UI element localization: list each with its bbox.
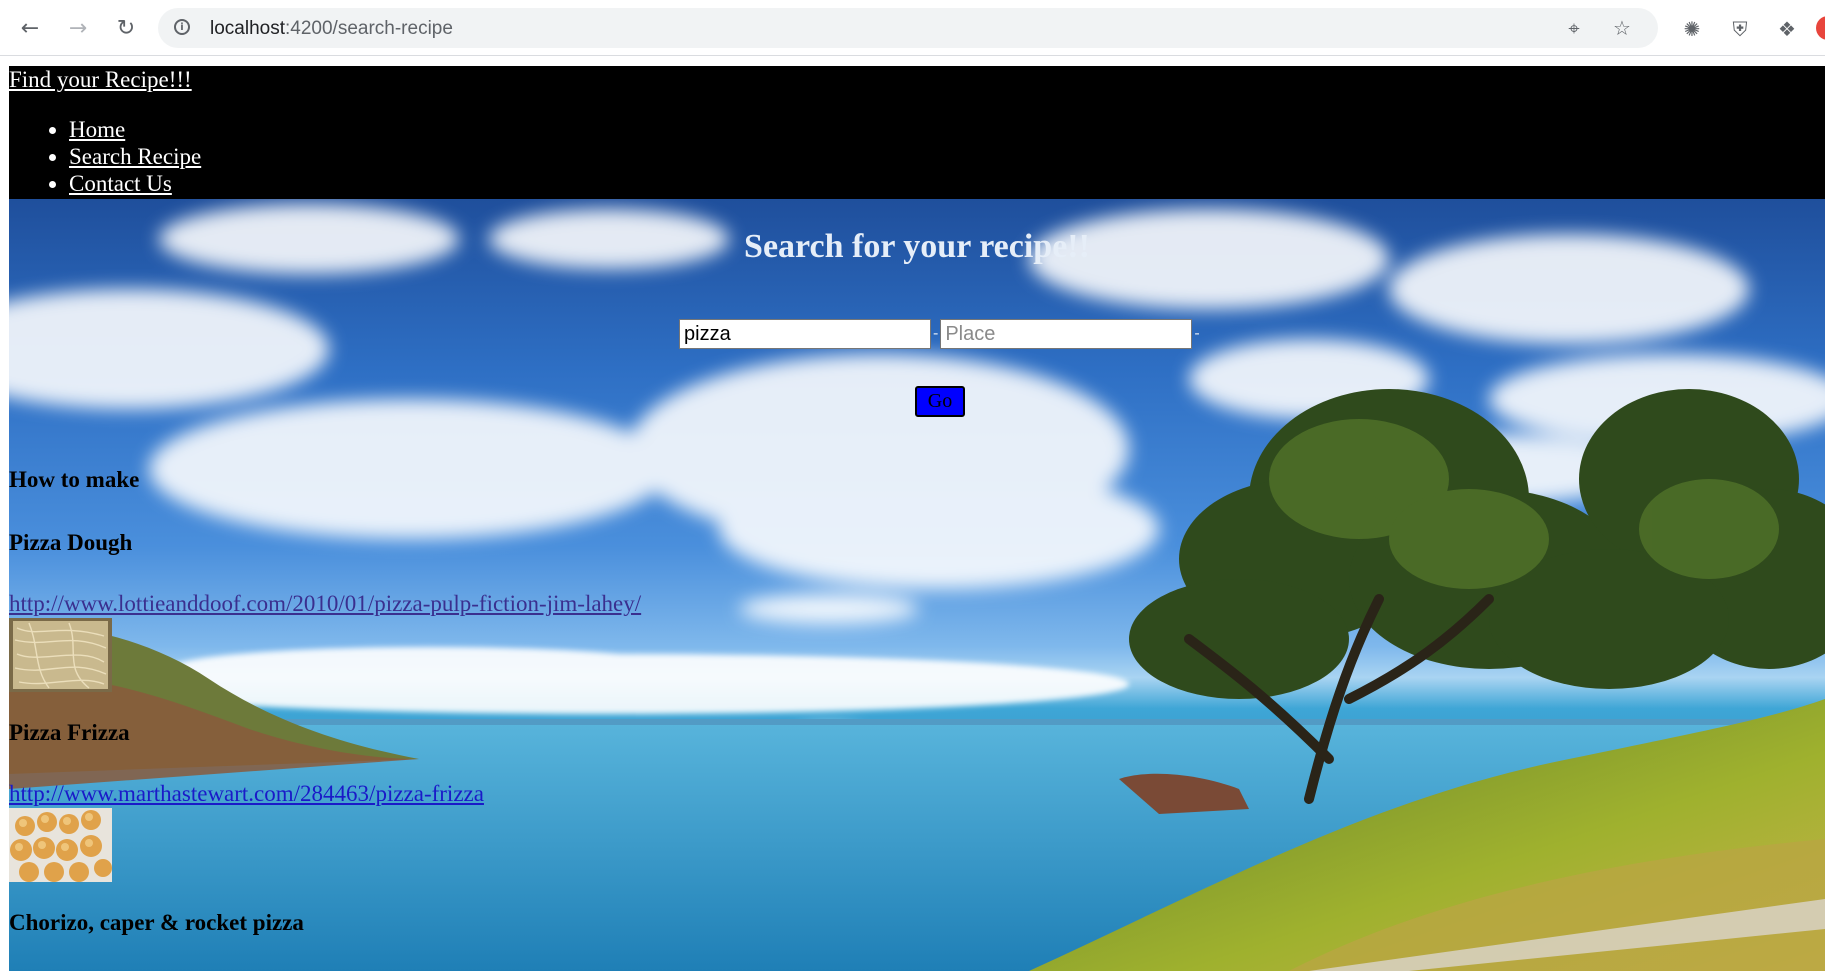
location-target-icon[interactable]: ⌖ xyxy=(1562,16,1586,40)
result-thumbnail-image[interactable] xyxy=(9,618,112,692)
puzzle-extensions-icon[interactable]: ❖ xyxy=(1774,16,1800,42)
result-title: Chorizo, caper & rocket pizza xyxy=(9,910,304,935)
nav-item-search-recipe: Search Recipe xyxy=(69,143,201,170)
results-list: How to make Pizza Dough http://www.lotti… xyxy=(9,467,909,936)
nav-link-contact-us[interactable]: Contact Us xyxy=(69,171,172,196)
browser-toolbar: ← → ↻ i localhost:4200/search-recipe ⌖ ☆… xyxy=(0,0,1825,66)
nav-item-contact-us: Contact Us xyxy=(69,170,201,197)
separator: - xyxy=(933,325,939,342)
profile-avatar[interactable] xyxy=(1816,16,1825,40)
nav-item-home: Home xyxy=(69,116,201,143)
forward-arrow-icon[interactable]: → xyxy=(60,10,96,46)
reload-icon[interactable]: ↻ xyxy=(108,10,144,46)
address-bar[interactable]: i localhost:4200/search-recipe ⌖ ☆ xyxy=(158,8,1658,48)
place-input[interactable] xyxy=(940,319,1193,349)
bookmark-star-icon[interactable]: ☆ xyxy=(1610,16,1634,40)
site-header: Find your Recipe!!! Home Search Recipe C… xyxy=(9,66,1825,199)
nav-link-home[interactable]: Home xyxy=(69,117,125,142)
go-button[interactable]: Go xyxy=(915,386,965,417)
nav-link-search-recipe[interactable]: Search Recipe xyxy=(69,144,201,169)
toolbar-divider xyxy=(0,55,1825,56)
back-arrow-icon[interactable]: ← xyxy=(12,10,48,46)
recipe-search-input[interactable] xyxy=(679,319,931,349)
page-title: Search for your recipe!! xyxy=(744,228,1090,265)
extension-icon[interactable]: ✺ xyxy=(1679,16,1705,42)
result-link[interactable]: http://www.marthastewart.com/284463/pizz… xyxy=(9,781,909,807)
url-text[interactable]: localhost:4200/search-recipe xyxy=(210,18,453,40)
result-title: Pizza Dough xyxy=(9,530,133,555)
search-form: - - xyxy=(679,318,1202,350)
result-link[interactable]: http://www.lottieanddoof.com/2010/01/piz… xyxy=(9,591,909,617)
main-nav: Home Search Recipe Contact Us xyxy=(9,116,201,197)
shield-icon[interactable]: ⛨ xyxy=(1727,16,1753,42)
hero-background: Search for your recipe!! - - Go How to m… xyxy=(9,199,1825,971)
site-info-icon[interactable]: i xyxy=(174,19,190,35)
results-intro: How to make xyxy=(9,467,140,492)
page-viewport: Find your Recipe!!! Home Search Recipe C… xyxy=(9,66,1825,971)
result-title: Pizza Frizza xyxy=(9,720,130,745)
brand-link[interactable]: Find your Recipe!!! xyxy=(9,67,192,93)
result-thumbnail-image[interactable] xyxy=(9,808,112,882)
separator: - xyxy=(1194,325,1200,342)
